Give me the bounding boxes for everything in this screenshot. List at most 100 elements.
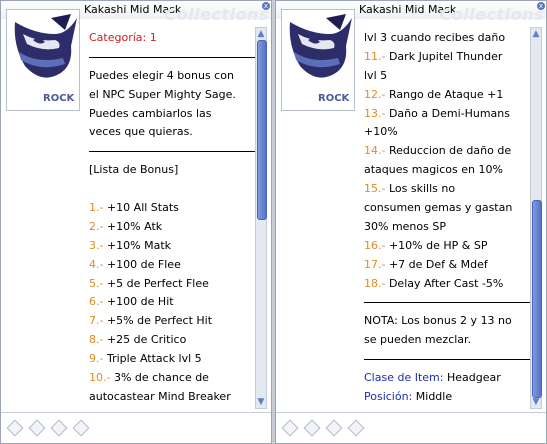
bonus-text: Rango de Ataque +1 xyxy=(385,87,504,101)
bonus-text: Delay After Cast -5% xyxy=(385,276,504,290)
bonus-number: 8.- xyxy=(89,333,104,347)
text-line: 30% menos SP xyxy=(364,219,446,233)
text-line: lvl 5 xyxy=(364,68,388,82)
bonus-line: 3.- +10% Matk xyxy=(89,237,261,256)
bonus-text: +25 de Critico xyxy=(103,333,187,347)
text-line: ataques magicos en 10% xyxy=(364,163,503,177)
text-line: el NPC Super Mighty Sage. xyxy=(89,87,236,101)
scroll-thumb[interactable] xyxy=(532,200,542,398)
bonus-number: 9.- xyxy=(89,352,104,366)
bonus-text: Dark Jupitel Thunder xyxy=(385,49,503,63)
bonus-number: 1.- xyxy=(89,201,104,215)
item-badge: ROCK xyxy=(43,93,75,104)
bonus-text: +5 de Perfect Flee xyxy=(103,276,209,290)
bonus-text: +100 de Flee xyxy=(103,257,181,271)
bonus-number: 6.- xyxy=(89,295,104,309)
scroll-down-icon[interactable]: ▼ xyxy=(256,397,266,407)
text-line: Categoría: 1 xyxy=(89,31,157,44)
bonus-line: 12.- Rango de Ataque +1 xyxy=(364,86,536,105)
card-slot xyxy=(281,419,299,437)
bonus-number: 10.- xyxy=(89,371,111,385)
bonus-number: 14.- xyxy=(364,144,386,158)
scroll-up-icon[interactable]: ▲ xyxy=(256,29,266,39)
bonus-line: 10.- 3% de chance de xyxy=(89,369,261,388)
scrollbar[interactable]: ▲ ▼ xyxy=(530,27,542,409)
scroll-up-icon[interactable]: ▲ xyxy=(531,29,541,39)
property-key: Posición: xyxy=(364,389,413,403)
bonus-text: +100 de Hit xyxy=(103,295,174,309)
scroll-down-icon[interactable]: ▼ xyxy=(531,397,541,407)
bonus-line: 6.- +100 de Hit xyxy=(89,293,261,312)
bonus-line: 5.- +5 de Perfect Flee xyxy=(89,275,261,294)
bonus-line: 7.- +5% de Perfect Hit xyxy=(89,312,261,331)
bonus-text: +5% de Perfect Hit xyxy=(103,314,213,328)
bonus-text: Los skills no xyxy=(385,182,456,196)
bonus-text: Triple Attack lvl 5 xyxy=(103,352,202,366)
bonus-line: 8.- +25 de Critico xyxy=(89,331,261,350)
bonus-number: 18.- xyxy=(364,276,386,290)
bonus-text: 3% de chance de xyxy=(110,371,209,385)
text-line: lvl 3 cuando recibes daño xyxy=(364,31,506,44)
item-property: Posición: Middle xyxy=(364,388,536,407)
bonus-number: 12.- xyxy=(364,87,386,101)
bonus-number: 13.- xyxy=(364,106,386,120)
divider xyxy=(89,48,261,67)
mask-icon xyxy=(14,14,77,78)
divider xyxy=(89,142,261,161)
item-image: ROCK xyxy=(6,9,80,111)
bonus-number: 7.- xyxy=(89,314,104,328)
bonus-line: 13.- Daño a Demi-Humans xyxy=(364,105,536,124)
bonus-number: 17.- xyxy=(364,257,386,271)
text-line: Puedes cambiarlos las xyxy=(89,106,212,120)
scroll-thumb[interactable] xyxy=(257,40,267,220)
bottom-slots xyxy=(1,412,271,443)
text-line: +10% xyxy=(364,125,398,139)
bonus-number: 5.- xyxy=(89,276,104,290)
item-image: ROCK xyxy=(281,9,355,111)
text-line: consumen gemas y gastan xyxy=(364,201,513,215)
bonus-number: 2.- xyxy=(89,219,104,233)
property-key: Clase de Item: xyxy=(364,371,444,385)
bottom-slots xyxy=(276,412,546,443)
bonus-line: 18.- Delay After Cast -5% xyxy=(364,275,536,294)
scrollbar[interactable]: ▲ ▼ xyxy=(255,27,267,409)
item-property: Defensa: 2 xyxy=(364,407,536,410)
description-text: lvl 3 cuando recibes daño 11.- Dark Jupit… xyxy=(364,29,536,409)
bonus-line: 2.- +10% Atk xyxy=(89,218,261,237)
card-slot xyxy=(72,419,90,437)
bonus-line: 4.- +100 de Flee xyxy=(89,256,261,275)
bonus-line: 11.- Dark Jupitel Thunder xyxy=(364,48,536,67)
bonus-number: 15.- xyxy=(364,182,386,196)
close-icon[interactable]: x xyxy=(262,2,270,10)
item-badge: ROCK xyxy=(318,93,350,104)
bonus-text: Daño a Demi-Humans xyxy=(385,106,510,120)
bonus-text: Reduccion de daño de xyxy=(385,144,512,158)
item-window-left: Kakashi Mid Mask Collections x ROCK Cate… xyxy=(0,0,272,444)
text-line: se pueden mezclar. xyxy=(364,333,472,347)
watermark: Collections xyxy=(164,5,269,24)
bonus-line: 14.- Reduccion de daño de xyxy=(364,142,536,161)
item-property: Clase de Item: Headgear xyxy=(364,369,536,388)
bonus-line: 15.- Los skills no xyxy=(364,180,536,199)
text-line: veces que quieras. xyxy=(89,125,193,139)
bonus-text: +10% Atk xyxy=(103,219,163,233)
close-icon[interactable]: x xyxy=(537,2,545,10)
text-line: lvl 3 cuando recibes daño xyxy=(89,407,261,410)
card-slot xyxy=(50,419,68,437)
text-line: NOTA: Los bonus 2 y 13 no xyxy=(364,314,512,328)
item-window-right: Kakashi Mid Mask Collections x ROCK lvl … xyxy=(275,0,547,444)
text-line: [Lista de Bonus] xyxy=(89,163,179,177)
bonus-line: 16.- +10% de HP & SP xyxy=(364,237,536,256)
card-slot xyxy=(28,419,46,437)
bonus-line: 17.- +7 de Def & Mdef xyxy=(364,256,536,275)
card-slot xyxy=(303,419,321,437)
divider xyxy=(364,293,536,312)
card-slot xyxy=(6,419,24,437)
property-value: Headgear xyxy=(443,371,501,385)
text-line: autocastear Mind Breaker xyxy=(89,389,231,403)
card-slot xyxy=(347,419,365,437)
card-slot xyxy=(325,419,343,437)
bonus-text: +10% de HP & SP xyxy=(385,238,488,252)
bonus-text: +10 All Stats xyxy=(103,201,179,215)
